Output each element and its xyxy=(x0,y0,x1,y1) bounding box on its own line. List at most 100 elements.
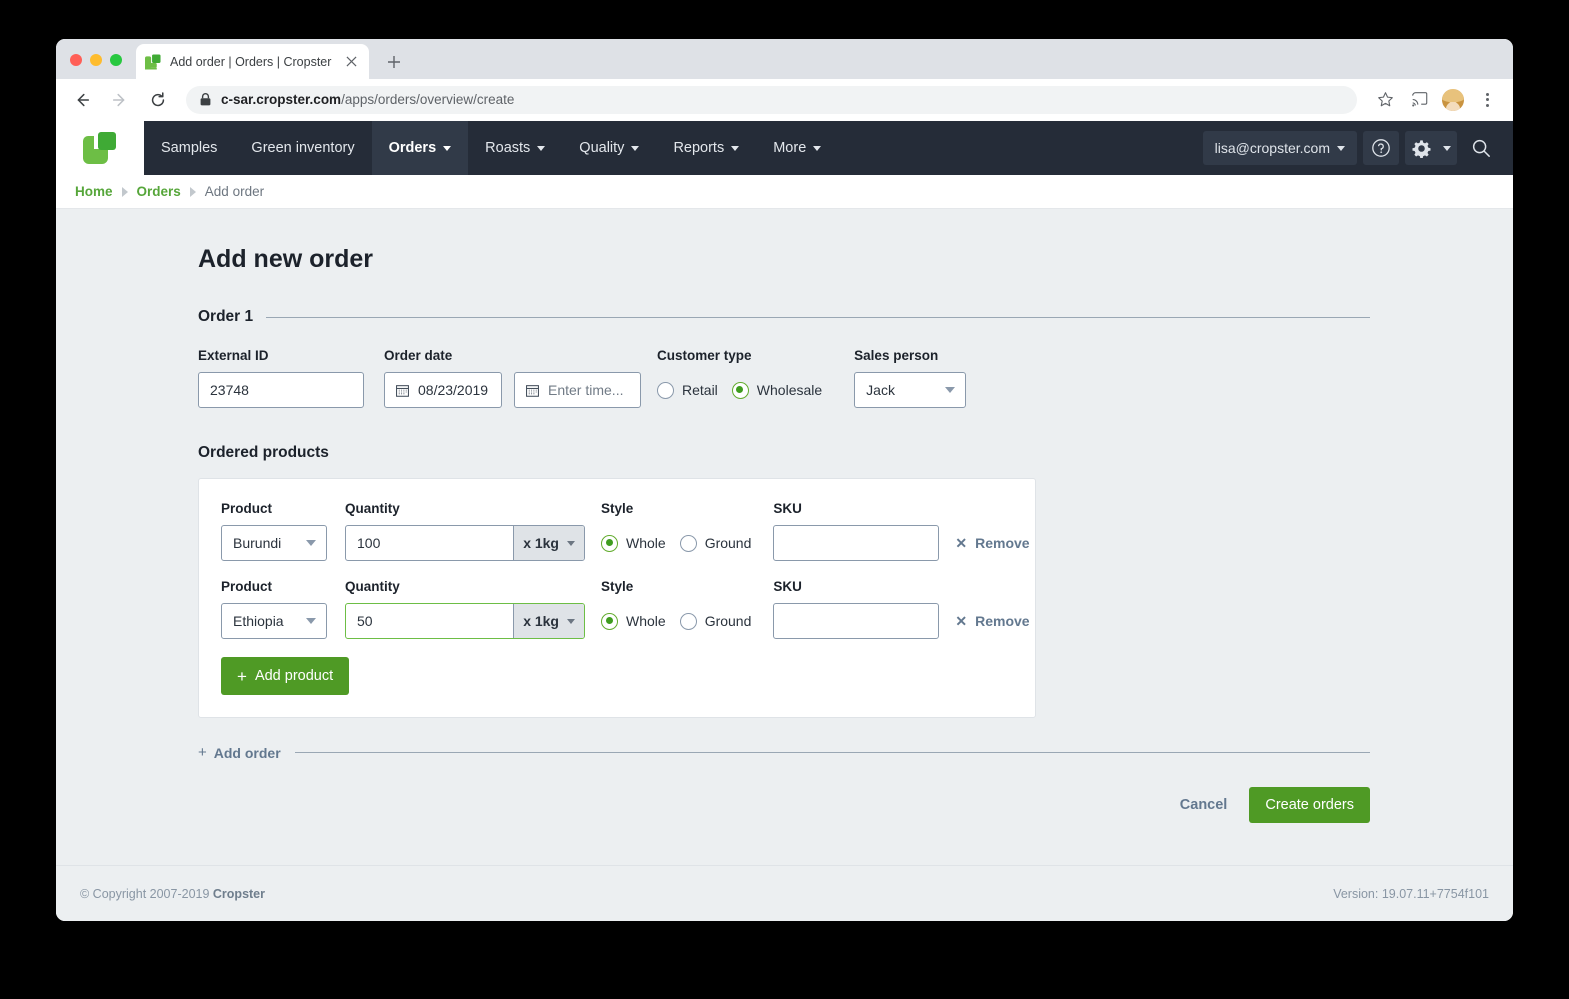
nav-item-label: Reports xyxy=(673,140,725,156)
style-option-whole[interactable]: Whole xyxy=(601,534,666,552)
chevron-down-icon xyxy=(567,618,575,624)
new-tab-button[interactable] xyxy=(381,49,407,75)
external-id-input[interactable]: 23748 xyxy=(198,372,364,408)
kebab-menu-icon[interactable] xyxy=(1473,86,1501,114)
product-row: Product Ethiopia Quantity 50 x 1kg Style… xyxy=(221,579,1035,639)
order-date-label: Order date xyxy=(384,348,453,363)
order-time-placeholder: Enter time... xyxy=(548,382,624,398)
product-select[interactable]: Ethiopia xyxy=(221,603,327,639)
nav-item-green-inventory[interactable]: Green inventory xyxy=(234,121,371,175)
order-section-label: Order 1 xyxy=(198,308,254,325)
sales-person-select[interactable]: Jack xyxy=(854,372,967,408)
cropster-logo[interactable] xyxy=(56,121,144,175)
reload-icon[interactable] xyxy=(144,86,172,114)
sku-input[interactable] xyxy=(773,603,940,639)
user-account-menu[interactable]: lisa@cropster.com xyxy=(1202,131,1357,165)
user-email-label: lisa@cropster.com xyxy=(1214,140,1330,156)
profile-avatar[interactable] xyxy=(1439,86,1467,114)
section-divider xyxy=(266,316,1370,318)
style-radio-group: Whole Ground xyxy=(601,525,751,561)
nav-item-quality[interactable]: Quality xyxy=(562,121,656,175)
order-time-input[interactable]: Enter time... xyxy=(514,372,641,408)
remove-product-button[interactable]: ✕ Remove xyxy=(955,525,1029,561)
breadcrumb-orders[interactable]: Orders xyxy=(137,184,181,199)
radio-checked-icon xyxy=(601,534,618,552)
order-section-header: Order 1 xyxy=(198,308,1370,326)
chevron-down-icon xyxy=(443,145,452,151)
url-host: c-sar.cropster.com xyxy=(221,92,342,107)
nav-item-more[interactable]: More xyxy=(756,121,838,175)
nav-item-label: Roasts xyxy=(485,140,531,156)
style-option-ground[interactable]: Ground xyxy=(679,534,751,552)
app-footer: © Copyright 2007-2019 Cropster Version: … xyxy=(56,865,1513,921)
nav-item-orders[interactable]: Orders xyxy=(371,121,469,175)
quantity-value: 50 xyxy=(357,613,373,629)
nav-item-label: More xyxy=(773,140,807,156)
quantity-unit-value: x 1kg xyxy=(523,535,559,551)
address-bar[interactable]: c-sar.cropster.com/apps/orders/overview/… xyxy=(186,85,1357,114)
nav-item-reports[interactable]: Reports xyxy=(656,121,756,175)
customer-type-option-label: Wholesale xyxy=(756,382,823,398)
add-product-button[interactable]: + Add product xyxy=(221,657,350,695)
quantity-unit-select[interactable]: x 1kg xyxy=(513,526,584,560)
chevron-down-icon xyxy=(306,540,316,546)
nav-item-samples[interactable]: Samples xyxy=(144,121,234,175)
quantity-input-combo[interactable]: 100 x 1kg xyxy=(345,525,585,561)
style-label: Style xyxy=(601,501,634,516)
close-x-icon: ✕ xyxy=(955,612,968,629)
add-order-button[interactable]: + Add order xyxy=(198,744,281,761)
close-icon[interactable] xyxy=(342,53,360,71)
external-id-field-group: External ID 23748 xyxy=(198,348,364,408)
nav-item-label: Green inventory xyxy=(251,140,355,156)
help-circle-icon[interactable] xyxy=(1363,131,1399,165)
style-option-ground[interactable]: Ground xyxy=(679,612,751,630)
form-actions: Cancel Create orders xyxy=(198,787,1370,823)
sku-field-group: SKU xyxy=(773,501,940,561)
chevron-down-icon xyxy=(631,145,640,151)
cropster-favicon xyxy=(145,53,161,70)
external-id-label: External ID xyxy=(198,348,269,363)
breadcrumb-home[interactable]: Home xyxy=(75,184,113,199)
product-label: Product xyxy=(221,579,273,594)
radio-unchecked-icon xyxy=(679,534,697,552)
product-select[interactable]: Burundi xyxy=(221,525,327,561)
page-title: Add new order xyxy=(198,245,374,273)
sku-input[interactable] xyxy=(773,525,940,561)
window-controls[interactable] xyxy=(70,54,122,66)
customer-type-option-retail[interactable]: Retail xyxy=(657,381,718,399)
nav-right-actions: lisa@cropster.com xyxy=(1202,121,1513,175)
remove-product-label: Remove xyxy=(975,613,1030,629)
close-window-button[interactable] xyxy=(70,54,82,66)
order-date-value: 08/23/2019 xyxy=(418,382,489,398)
cancel-button[interactable]: Cancel xyxy=(1180,797,1228,813)
section-divider xyxy=(294,752,1370,753)
search-icon[interactable] xyxy=(1463,131,1499,165)
maximize-window-button[interactable] xyxy=(110,54,122,66)
back-arrow-icon[interactable] xyxy=(68,86,96,114)
cast-icon[interactable] xyxy=(1405,86,1433,114)
sales-person-value: Jack xyxy=(866,382,895,398)
remove-product-button[interactable]: ✕ Remove xyxy=(955,603,1029,639)
style-label: Style xyxy=(601,579,634,594)
minimize-window-button[interactable] xyxy=(90,54,102,66)
nav-item-roasts[interactable]: Roasts xyxy=(468,121,562,175)
quantity-unit-select[interactable]: x 1kg xyxy=(513,604,584,638)
radio-unchecked-icon xyxy=(679,612,697,630)
close-x-icon: ✕ xyxy=(955,534,968,551)
customer-type-option-wholesale[interactable]: Wholesale xyxy=(731,381,823,399)
browser-tabstrip: Add order | Orders | Cropster xyxy=(56,39,1513,79)
create-orders-button[interactable]: Create orders xyxy=(1249,787,1370,823)
quantity-input-combo[interactable]: 50 x 1kg xyxy=(345,603,585,639)
add-product-label: Add product xyxy=(254,668,334,684)
style-radio-group: Whole Ground xyxy=(601,603,751,639)
browser-tab[interactable]: Add order | Orders | Cropster xyxy=(136,44,369,79)
star-icon[interactable] xyxy=(1371,86,1399,114)
customer-type-radio-group: Retail Wholesale xyxy=(657,372,822,408)
forward-arrow-icon xyxy=(106,86,134,114)
chevron-right-icon xyxy=(189,186,196,197)
order-date-input[interactable]: 08/23/2019 xyxy=(384,372,502,408)
main-content: Add new order Order 1 External ID 23748 … xyxy=(56,209,1513,823)
quantity-field-group: Quantity 50 x 1kg xyxy=(345,579,585,639)
style-option-whole[interactable]: Whole xyxy=(601,612,666,630)
gear-icon[interactable] xyxy=(1405,131,1457,165)
